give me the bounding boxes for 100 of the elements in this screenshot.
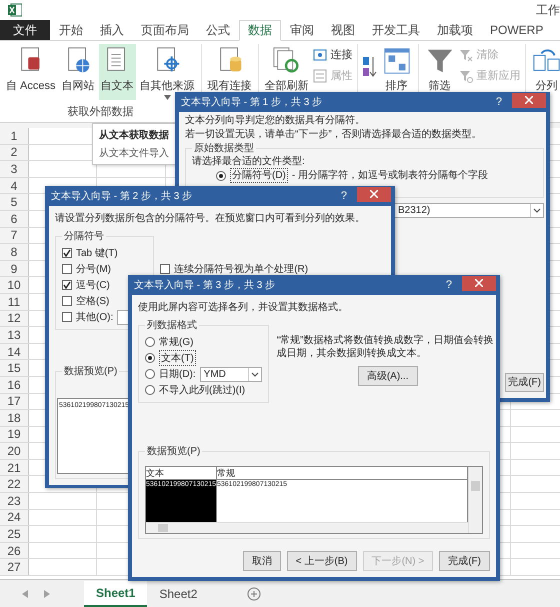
- scrollbar[interactable]: [468, 467, 482, 533]
- connection-icon: [312, 48, 327, 62]
- row-number[interactable]: 24: [0, 510, 29, 526]
- checkbox-label[interactable]: 其他(O):: [76, 310, 114, 324]
- row-number[interactable]: 5: [0, 194, 29, 210]
- row-number[interactable]: 3: [0, 161, 29, 177]
- ribbon-tab[interactable]: 开发工具: [364, 20, 428, 40]
- advanced-button[interactable]: 高级(A)...: [358, 366, 418, 386]
- ribbon-tab[interactable]: POWERP: [482, 20, 552, 40]
- radio-button[interactable]: [145, 353, 155, 363]
- ribbon-button[interactable]: 筛选: [422, 44, 457, 106]
- row-number[interactable]: 22: [0, 476, 29, 492]
- checkbox-label[interactable]: 空格(S): [76, 294, 110, 308]
- scrollbar[interactable]: [146, 522, 468, 533]
- dialog-title: 文本导入向导 - 第 1 步，共 3 步: [181, 96, 322, 109]
- radio-button[interactable]: [145, 369, 155, 379]
- sheet-tab[interactable]: Sheet2: [147, 582, 210, 606]
- row-number[interactable]: 26: [0, 542, 29, 558]
- row-number[interactable]: 7: [0, 228, 29, 244]
- checkbox-label[interactable]: 连续分隔符号视为单个处理(R): [174, 262, 308, 276]
- row-number[interactable]: 11: [0, 294, 29, 310]
- encoding-dropdown[interactable]: B2312): [394, 203, 544, 218]
- row-number[interactable]: 1: [0, 128, 29, 144]
- radio-button[interactable]: [216, 170, 226, 180]
- radio-label[interactable]: 日期(D):: [159, 367, 196, 381]
- ribbon-tab[interactable]: 开始: [51, 20, 91, 40]
- row-number[interactable]: 4: [0, 178, 29, 194]
- column-header[interactable]: 文本: [146, 467, 216, 480]
- dialog-text: 若一切设置无误，请单击“下一步”，否则请选择最合适的数据类型。: [185, 128, 483, 141]
- ribbon-tab[interactable]: 视图: [323, 20, 363, 40]
- checkbox[interactable]: [62, 312, 72, 322]
- row-number[interactable]: 9: [0, 260, 29, 276]
- checkbox-label[interactable]: Tab 键(T): [76, 246, 118, 260]
- help-button[interactable]: ?: [446, 279, 452, 291]
- help-button[interactable]: ?: [496, 96, 502, 108]
- ribbon-tab[interactable]: 文件: [0, 20, 50, 40]
- row-number[interactable]: 14: [0, 344, 29, 360]
- row-number[interactable]: 23: [0, 493, 29, 509]
- group-title: 数据预览(P): [146, 445, 202, 458]
- radio-label[interactable]: 文本(T): [159, 350, 196, 366]
- checkbox[interactable]: [62, 264, 72, 274]
- dialog-title: 文本导入向导 - 第 3 步，共 3 步: [134, 278, 276, 292]
- radio-label[interactable]: 分隔符号(D): [230, 168, 288, 183]
- dialog-button[interactable]: < 上一步(B): [286, 551, 357, 571]
- checkbox[interactable]: [62, 248, 72, 258]
- row-number[interactable]: 27: [0, 559, 29, 576]
- row-number[interactable]: 20: [0, 443, 29, 459]
- ribbon-tab[interactable]: 加载项: [429, 20, 481, 40]
- help-button[interactable]: ?: [340, 190, 347, 202]
- checkbox-label[interactable]: 分号(M): [76, 262, 111, 276]
- radio-button[interactable]: [145, 385, 155, 395]
- row-number[interactable]: 16: [0, 376, 29, 392]
- dialog-button[interactable]: 完成(F): [505, 373, 544, 392]
- add-sheet-icon[interactable]: [247, 586, 262, 600]
- row-number[interactable]: 18: [0, 410, 29, 426]
- ribbon-button[interactable]: 排序: [380, 44, 414, 106]
- close-button[interactable]: [357, 186, 391, 202]
- ribbon-button[interactable]: 分列: [530, 44, 560, 106]
- tooltip-text: 从文本文件导入: [99, 146, 169, 160]
- row-number[interactable]: 8: [0, 244, 29, 260]
- ribbon-tab[interactable]: 公式: [198, 20, 238, 40]
- radio-button[interactable]: [145, 337, 155, 347]
- row-number[interactable]: 17: [0, 394, 29, 410]
- ribbon-tab[interactable]: 页面布局: [133, 20, 197, 40]
- dialog-button[interactable]: 完成(F): [439, 551, 490, 571]
- row-number[interactable]: 19: [0, 426, 29, 442]
- row-number[interactable]: 21: [0, 460, 29, 476]
- row-number[interactable]: 10: [0, 277, 29, 293]
- close-button[interactable]: [512, 92, 546, 108]
- radio-label[interactable]: 常规(G): [159, 335, 194, 349]
- row-number[interactable]: 13: [0, 327, 29, 343]
- checkbox[interactable]: [62, 280, 72, 290]
- ribbon-button[interactable]: 自 Access: [4, 44, 58, 100]
- dialog-button[interactable]: 取消: [242, 551, 281, 571]
- date-dropdown[interactable]: YMD: [200, 366, 262, 382]
- close-icon: [370, 190, 378, 198]
- dialog-text: 请设置分列数据所包含的分隔符号。在预览窗口内可看到分列的效果。: [55, 212, 366, 225]
- checkbox[interactable]: [160, 264, 170, 274]
- group-title: 数据预览(P): [63, 365, 118, 378]
- ribbon-tab[interactable]: 数据: [239, 20, 281, 41]
- spreadsheet-app-icon[interactable]: [8, 3, 22, 17]
- tooltip-title: 从文本获取数据: [99, 128, 169, 142]
- row-number[interactable]: 15: [0, 360, 29, 376]
- sort-icon[interactable]: [362, 55, 378, 79]
- row-number[interactable]: 12: [0, 310, 29, 326]
- checkbox-label[interactable]: 逗号(C): [76, 278, 110, 292]
- column-header[interactable]: 常规: [217, 467, 467, 480]
- ribbon-tab[interactable]: 插入: [92, 20, 132, 40]
- ribbon-tab[interactable]: 审阅: [282, 20, 322, 40]
- close-icon: [475, 279, 483, 287]
- ribbon-button[interactable]: 自网站: [60, 44, 97, 100]
- ribbon-button[interactable]: 自文本: [98, 44, 136, 100]
- radio-label[interactable]: 不导入此列(跳过)(I): [159, 383, 246, 397]
- row-number[interactable]: 25: [0, 526, 29, 542]
- close-button[interactable]: [462, 276, 496, 290]
- row-number[interactable]: 2: [0, 144, 29, 160]
- sheet-tab[interactable]: Sheet1: [84, 580, 148, 606]
- ribbon-button[interactable]: 连接: [312, 47, 353, 62]
- row-number[interactable]: 6: [0, 210, 29, 227]
- checkbox[interactable]: [62, 296, 72, 306]
